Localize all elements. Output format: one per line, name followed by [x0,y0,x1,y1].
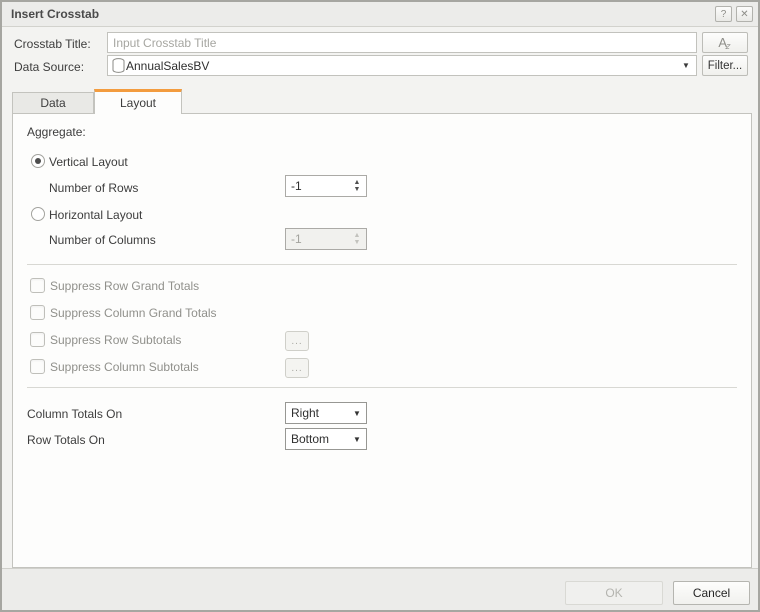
data-source-label: Data Source: [14,60,84,74]
number-of-columns-label: Number of Columns [49,233,156,247]
horizontal-layout-radio[interactable] [31,207,45,221]
row-totals-on-label: Row Totals On [27,433,105,447]
dropdown-arrow-icon: ▼ [348,435,366,444]
cancel-button[interactable]: Cancel [673,581,750,605]
divider [27,264,737,265]
aggregate-label: Aggregate: [27,125,86,139]
suppress-column-grand-totals-checkbox[interactable] [30,305,45,320]
number-of-rows-label: Number of Rows [49,181,138,195]
crosstab-title-input[interactable] [107,32,697,53]
suppress-row-subtotals-checkbox[interactable] [30,332,45,347]
data-source-value: AnnualSalesBV [126,59,678,73]
column-subtotals-ellipsis-button[interactable]: ... [285,358,309,378]
spinner-arrows: ▲ ▼ [348,229,366,249]
dialog-footer: OK Cancel [2,568,758,610]
dropdown-arrow-icon: ▼ [348,409,366,418]
tab-data[interactable]: Data [12,92,94,113]
tab-layout[interactable]: Layout [94,89,182,114]
format-font-button[interactable]: Az [702,32,748,53]
filter-button[interactable]: Filter... [702,55,748,76]
insert-crosstab-dialog: Insert Crosstab ? ✕ Crosstab Title: Az D… [0,0,760,612]
suppress-row-grand-totals-checkbox[interactable] [30,278,45,293]
database-icon [112,58,125,73]
row-subtotals-ellipsis-button[interactable]: ... [285,331,309,351]
vertical-layout-radio[interactable] [31,154,45,168]
number-of-rows-input[interactable] [286,176,348,196]
divider [27,387,737,388]
vertical-layout-label: Vertical Layout [49,155,128,169]
row-totals-on-dropdown[interactable]: Bottom ▼ [285,428,367,450]
spinner-down-icon[interactable]: ▼ [354,186,361,193]
suppress-row-subtotals-label: Suppress Row Subtotals [50,333,181,347]
spinner-down-icon: ▼ [354,239,361,246]
suppress-column-subtotals-label: Suppress Column Subtotals [50,360,199,374]
spinner-up-icon: ▲ [354,232,361,239]
suppress-row-grand-totals-label: Suppress Row Grand Totals [50,279,199,293]
suppress-column-grand-totals-label: Suppress Column Grand Totals [50,306,217,320]
suppress-column-subtotals-checkbox[interactable] [30,359,45,374]
column-totals-on-value: Right [286,406,348,420]
close-icon[interactable]: ✕ [736,6,753,22]
title-bar: Insert Crosstab ? ✕ [2,2,758,27]
data-source-dropdown[interactable]: AnnualSalesBV ▼ [107,55,697,76]
spinner-up-icon[interactable]: ▲ [354,179,361,186]
column-totals-on-dropdown[interactable]: Right ▼ [285,402,367,424]
spinner-arrows[interactable]: ▲ ▼ [348,176,366,196]
crosstab-title-label: Crosstab Title: [14,37,91,51]
horizontal-layout-label: Horizontal Layout [49,208,142,222]
column-totals-on-label: Column Totals On [27,407,122,421]
ok-button: OK [565,581,663,605]
row-totals-on-value: Bottom [286,432,348,446]
number-of-rows-spinner: ▲ ▼ [285,175,367,197]
number-of-columns-spinner: ▲ ▼ [285,228,367,250]
dialog-title: Insert Crosstab [11,7,711,21]
help-icon[interactable]: ? [715,6,732,22]
number-of-columns-input [286,229,348,249]
dropdown-arrow-icon[interactable]: ▼ [678,61,694,70]
